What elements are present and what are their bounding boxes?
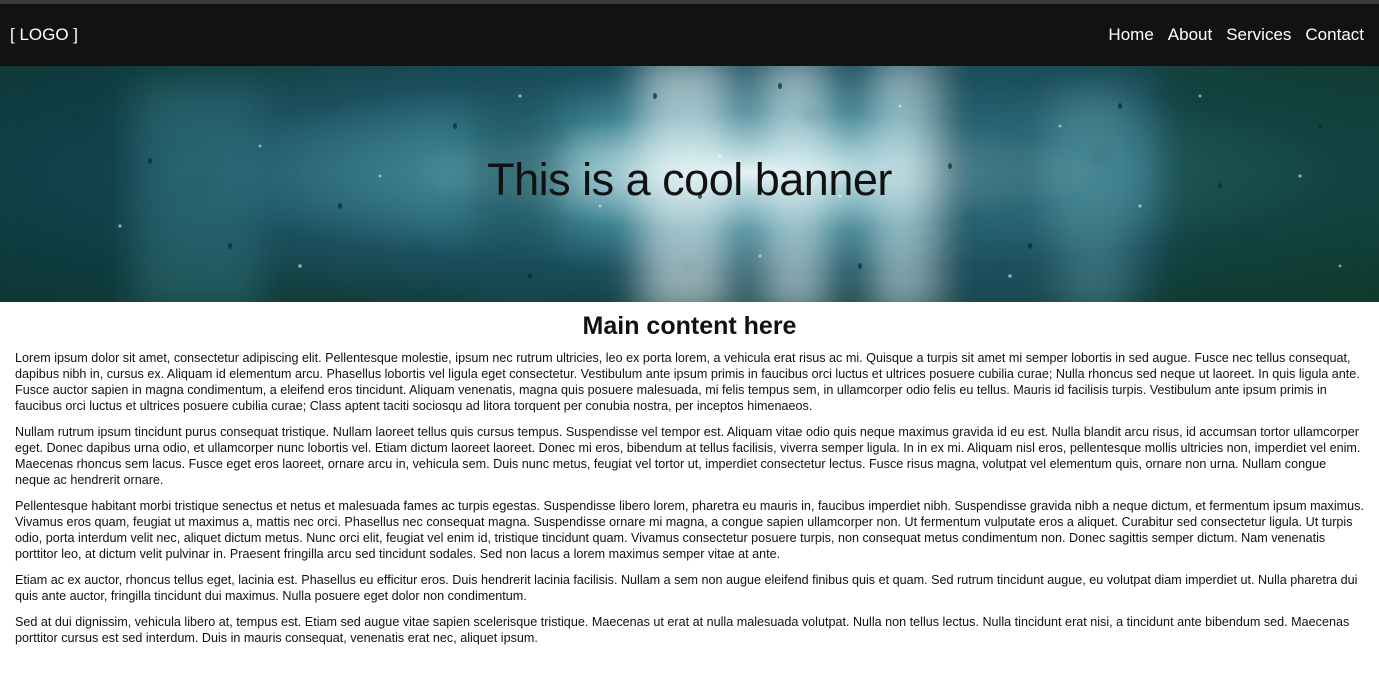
paragraph-2: Nullam rutrum ipsum tincidunt purus cons… (15, 425, 1361, 487)
navbar: [ LOGO ] Home About Services Contact (0, 4, 1379, 66)
nav-link-contact[interactable]: Contact (1305, 25, 1364, 45)
paragraph-4: Etiam ac ex auctor, rhoncus tellus eget,… (15, 573, 1358, 603)
nav-link-home[interactable]: Home (1108, 25, 1153, 45)
nav-link-services[interactable]: Services (1226, 25, 1291, 45)
paragraph-5: Sed at dui dignissim, vehicula libero at… (15, 615, 1350, 645)
nav-link-about[interactable]: About (1168, 25, 1212, 45)
nav-menu: Home About Services Contact (1108, 25, 1364, 45)
banner-title: This is a cool banner (487, 154, 892, 205)
paragraph-3: Pellentesque habitant morbi tristique se… (15, 499, 1364, 561)
hero-banner: This is a cool banner (0, 66, 1379, 302)
main-heading: Main content here (582, 312, 797, 340)
logo[interactable]: [ LOGO ] (10, 25, 78, 45)
paragraph-1: Lorem ipsum dolor sit amet, consectetur … (15, 351, 1360, 413)
main-content: Main content here Lorem ipsum dolor sit … (0, 312, 1379, 646)
